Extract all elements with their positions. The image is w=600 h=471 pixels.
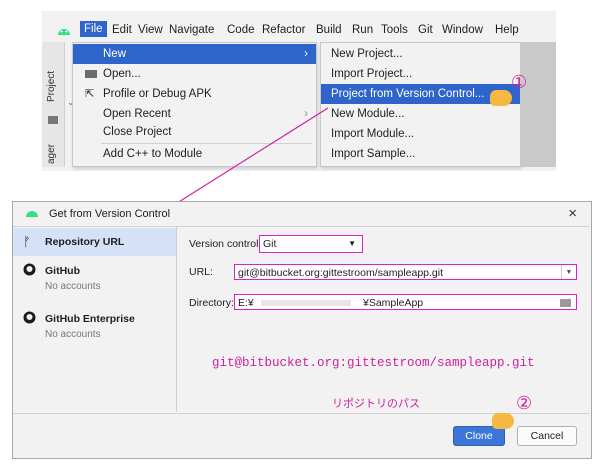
source-github-enterprise[interactable]: GitHub Enterprise No accounts — [13, 307, 176, 343]
version-control-value: Git — [263, 238, 277, 250]
clone-button[interactable]: Clone — [453, 426, 505, 446]
source-repository-url-label: Repository URL — [45, 236, 125, 248]
source-github-enterprise-label: GitHub Enterprise — [45, 313, 135, 325]
pointing-hand-icon — [492, 413, 514, 429]
vcs-source-list: ᚠ Repository URL GitHub No accounts GitH… — [13, 227, 177, 412]
dialog-title: Get from Version Control — [49, 208, 171, 220]
directory-label: Directory: — [189, 297, 234, 309]
source-github-status: No accounts — [45, 281, 101, 292]
folder-icon[interactable] — [560, 299, 571, 307]
url-value: git@bitbucket.org:gittestroom/sampleapp.… — [238, 267, 444, 279]
directory-path-masked — [261, 300, 351, 306]
repo-path-annotation: git@bitbucket.org:gittestroom/sampleapp.… — [212, 356, 535, 370]
cancel-button[interactable]: Cancel — [517, 426, 577, 446]
source-repository-url[interactable]: ᚠ Repository URL — [13, 228, 176, 256]
source-github[interactable]: GitHub No accounts — [13, 261, 176, 297]
url-input[interactable]: git@bitbucket.org:gittestroom/sampleapp.… — [234, 264, 577, 280]
close-icon[interactable]: × — [568, 205, 577, 222]
github-icon — [23, 311, 36, 327]
dialog-title-bar: Get from Version Control × — [13, 202, 589, 227]
version-control-select[interactable]: Git ▼ — [259, 235, 363, 253]
version-control-label: Version control: — [189, 238, 262, 250]
android-icon — [25, 208, 39, 218]
directory-prefix: E:¥ — [238, 297, 254, 309]
url-label: URL: — [189, 266, 213, 278]
step-2-marker: ② — [516, 393, 533, 413]
directory-input[interactable]: E:¥ ¥SampleApp — [234, 294, 577, 310]
repo-path-caption: リポジトリのパス — [332, 398, 420, 410]
source-github-enterprise-status: No accounts — [45, 329, 101, 340]
github-icon — [23, 263, 36, 279]
branch-icon: ᚠ — [23, 234, 31, 249]
dropdown-arrow-icon: ▼ — [348, 239, 356, 248]
directory-suffix: ¥SampleApp — [363, 297, 424, 309]
source-github-label: GitHub — [45, 265, 80, 277]
dropdown-arrow-icon[interactable]: ▼ — [561, 265, 576, 279]
